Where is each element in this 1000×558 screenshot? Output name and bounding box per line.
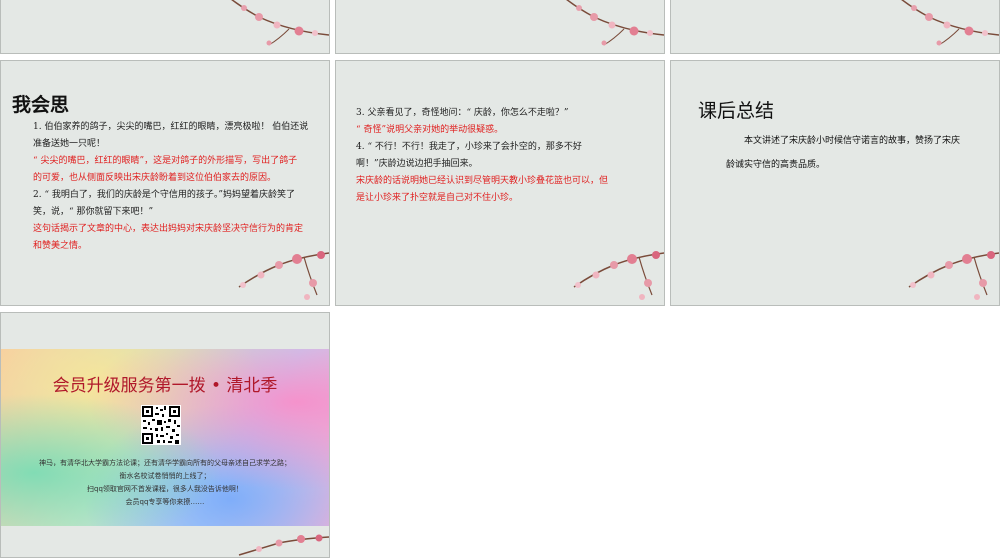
plum-blossom-decoration: [908, 251, 999, 300]
text-line: 是让小珍来了扑空就是自己对不住小珍。: [356, 193, 519, 203]
text-line: 2. “ 我明白了，我们的庆龄是个守信用的孩子。”妈妈望着庆龄笑了: [33, 190, 296, 200]
plum-blossom-decoration: [238, 251, 329, 300]
plum-blossom-decoration: [901, 0, 999, 46]
slide-thumbnail-3[interactable]: [670, 0, 1000, 54]
slide-thumbnail-5[interactable]: 3. 父亲看见了，奇怪地问：“ 庆龄，你怎么不走啦？” “ 奇怪”说明父亲对她的…: [335, 60, 665, 306]
slide-body: 3. 父亲看见了，奇怪地问：“ 庆龄，你怎么不走啦？” “ 奇怪”说明父亲对她的…: [356, 105, 641, 207]
text-line: 的可爱，也从侧面反映出宋庆龄盼着到这位伯伯家去的原因。: [33, 173, 277, 183]
text-line: 笑，说，“ 那你就留下来吧！”: [33, 207, 154, 217]
text-line: 啊！”庆龄边说边把手抽回来。: [356, 159, 478, 169]
qr-code-icon: [141, 405, 181, 445]
text-line: 1. 伯伯家养的鸽子，尖尖的嘴巴，红红的眼睛，漂亮极啦！ 伯伯还说: [33, 122, 309, 132]
text-line: “ 奇怪”说明父亲对她的举动很疑惑。: [356, 125, 504, 135]
text-line: “ 尖尖的嘴巴，红红的眼睛”，这是对鸽子的外形描写，写出了鸽子: [33, 156, 298, 166]
slide-thumbnail-1[interactable]: [0, 0, 330, 54]
text-line: 3. 父亲看见了，奇怪地问：“ 庆龄，你怎么不走啦？”: [356, 108, 569, 118]
text-line: 宋庆龄的话说明她已经认识到尽管明天教小珍叠花篮也可以，但: [356, 176, 609, 186]
slide-title: 课后总结: [698, 100, 775, 122]
promo-line: 衡水名校试卷悄悄的上线了；: [119, 472, 211, 480]
text-line: 准备送她一只呢！: [33, 139, 106, 149]
plum-blossom-decoration: [566, 0, 664, 46]
slide-thumbnail-6[interactable]: 课后总结 本文讲述了宋庆龄小时候信守诺言的故事，赞扬了宋庆龄诚实守信的高贵品质。: [670, 60, 1000, 306]
slide-thumbnail-4[interactable]: 我会思 1. 伯伯家养的鸽子，尖尖的嘴巴，红红的眼睛，漂亮极啦！ 伯伯还说 准备…: [0, 60, 330, 306]
slide-body: 本文讲述了宋庆龄小时候信守诺言的故事，赞扬了宋庆龄诚实守信的高贵品质。: [726, 136, 961, 170]
plum-blossom-decoration: [231, 0, 329, 46]
plum-blossom-decoration: [573, 251, 664, 300]
promo-line: 神马，有清华北大学霸方法论课；还有清华学霸向所有的父母亲述自己求学之路；: [39, 459, 291, 467]
slide-thumbnail-2[interactable]: [335, 0, 665, 54]
slide-title: 我会思: [12, 94, 70, 116]
slide-thumbnail-7[interactable]: 会员升级服务第一拨 • 清北季 神马，有清华北大学霸方法论课；还有清华学霸向所有…: [0, 312, 330, 558]
promo-title: 会员升级服务第一拨 • 清北季: [52, 376, 278, 396]
text-line: 4. “ 不行！不行！我走了，小珍来了会扑空的，那多不好: [356, 142, 582, 152]
plum-blossom-decoration: [238, 534, 329, 556]
